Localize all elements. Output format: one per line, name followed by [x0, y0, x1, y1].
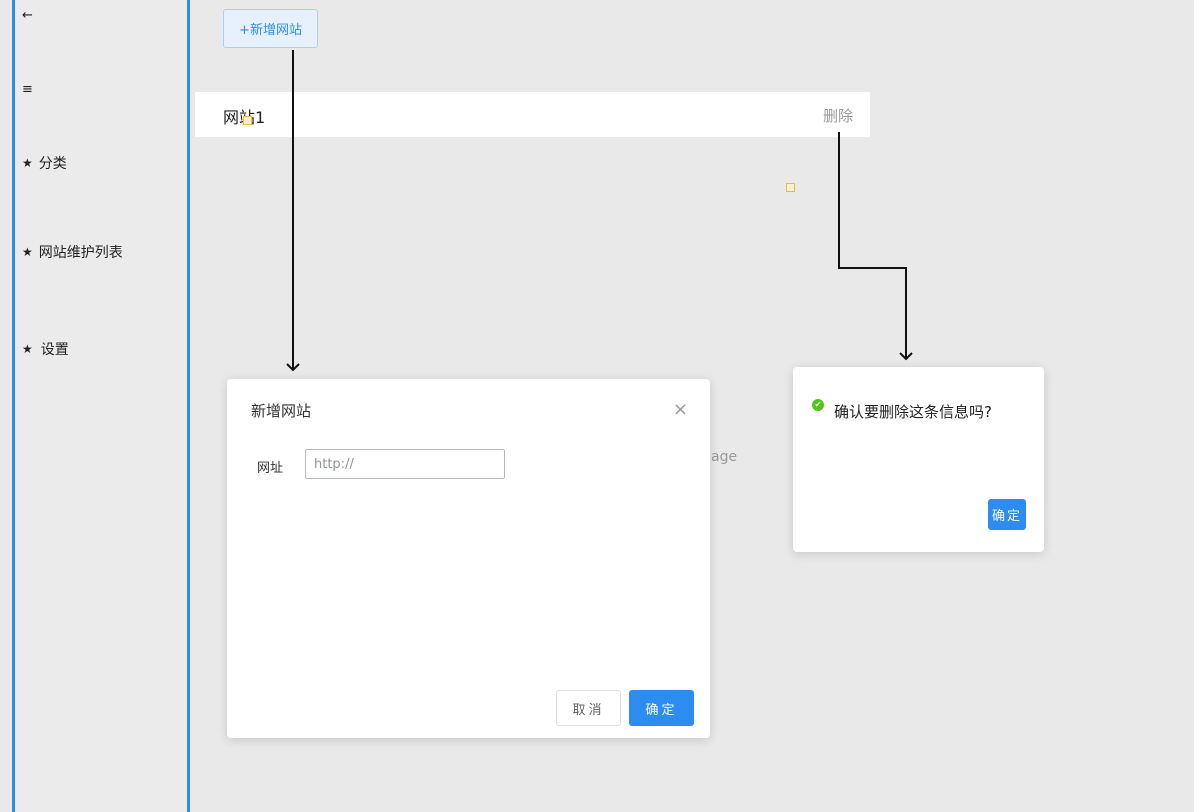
dialog-title: 新增网站 — [251, 402, 312, 420]
confirm-message: 确认要删除这条信息吗? — [834, 403, 992, 421]
sidebar: ← ≡ ★ 分类 ★ 网站维护列表 ★ 设置 — [12, 0, 190, 812]
background-text: age — [711, 449, 738, 465]
arrow-line-delete — [838, 132, 907, 358]
table-row: 网站1 删除 — [195, 92, 870, 137]
delete-link[interactable]: 删除 — [823, 105, 853, 126]
annotation-marker — [243, 116, 252, 125]
arrow-head-add — [286, 363, 300, 372]
cancel-button[interactable]: 取消 — [556, 690, 621, 726]
url-label: 网址 — [257, 461, 284, 476]
sidebar-item-label: 设置 — [40, 342, 69, 358]
add-site-button[interactable]: +新增网站 — [223, 9, 318, 48]
confirm-delete-dialog: ✔ 确认要删除这条信息吗? 确定 — [793, 367, 1044, 552]
success-check-icon: ✔ — [812, 399, 824, 411]
confirm-ok-button[interactable]: 确定 — [988, 499, 1026, 530]
sidebar-item-label: 分类 — [38, 156, 67, 172]
sidebar-item-label: 网站维护列表 — [38, 245, 123, 261]
arrow-head-delete — [899, 352, 913, 361]
url-input[interactable] — [305, 449, 505, 479]
star-icon: ★ — [22, 245, 33, 259]
sidebar-item-category[interactable]: ★ 分类 — [22, 153, 67, 173]
add-site-dialog: 新增网站 × 网址 取消 确定 — [227, 379, 710, 738]
confirm-button[interactable]: 确定 — [629, 690, 694, 726]
menu-icon[interactable]: ≡ — [22, 82, 33, 97]
annotation-marker — [786, 183, 795, 192]
back-arrow-icon[interactable]: ← — [22, 8, 33, 23]
star-icon: ★ — [22, 342, 33, 356]
sidebar-item-site-list[interactable]: ★ 网站维护列表 — [22, 242, 123, 262]
sidebar-item-settings[interactable]: ★ 设置 — [22, 339, 69, 359]
star-icon: ★ — [22, 156, 33, 170]
close-icon[interactable]: × — [673, 401, 688, 419]
